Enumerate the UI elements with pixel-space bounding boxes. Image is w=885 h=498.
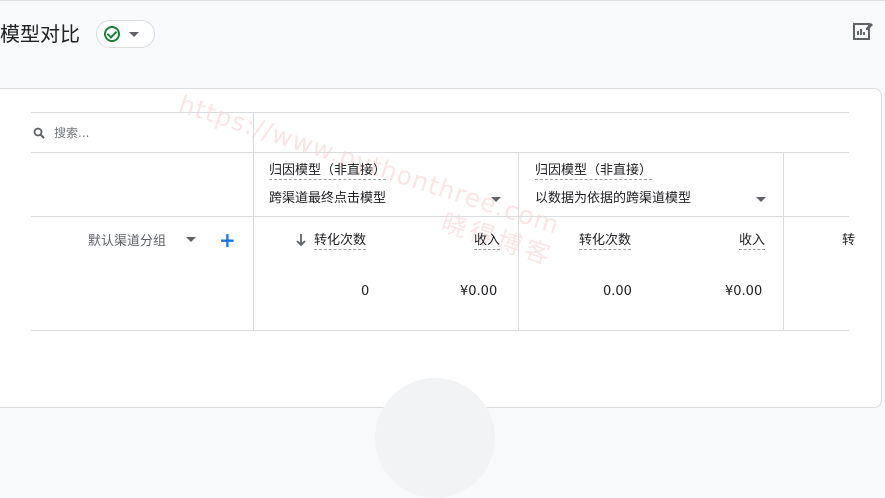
model-2-revenue-header[interactable]: 收入 xyxy=(739,232,766,250)
top-divider xyxy=(0,0,885,1)
model-1-header: 归因模型（非直接） xyxy=(269,163,387,180)
decorative-circle xyxy=(375,378,495,498)
dimension-selector[interactable]: 默认渠道分组 xyxy=(88,233,166,251)
column-divider-2 xyxy=(518,152,519,331)
search-icon xyxy=(33,127,45,139)
chevron-down-icon xyxy=(129,31,139,37)
dimension-chevron-icon[interactable] xyxy=(186,237,196,242)
model-2-chevron-icon[interactable] xyxy=(756,197,766,202)
model-1-conversions-value: 0 xyxy=(361,284,370,299)
model-2-header: 归因模型（非直接） xyxy=(535,163,653,180)
search-box[interactable]: 搜索... xyxy=(33,124,89,141)
model-1-revenue-value: ¥0.00 xyxy=(460,284,498,299)
sort-descending-icon[interactable] xyxy=(295,233,307,248)
header-bottom-divider xyxy=(31,216,849,217)
partial-metric-header: 转 xyxy=(842,233,856,248)
model-2-revenue-value: ¥0.00 xyxy=(725,284,763,299)
model-2-conversions-header[interactable]: 转化次数 xyxy=(579,232,632,250)
model-2-selector[interactable]: 以数据为依据的跨渠道模型 xyxy=(535,190,691,208)
status-dropdown-button[interactable] xyxy=(96,20,155,48)
column-divider-1 xyxy=(253,112,254,331)
header-top-divider xyxy=(31,112,849,113)
table-bottom-divider xyxy=(31,330,849,331)
model-1-conversions-header[interactable]: 转化次数 xyxy=(314,232,367,250)
column-divider-3 xyxy=(783,152,784,331)
edit-report-icon[interactable] xyxy=(852,20,874,42)
model-1-chevron-icon[interactable] xyxy=(491,197,501,202)
page-title: 模型对比 xyxy=(0,22,80,46)
model-1-revenue-header[interactable]: 收入 xyxy=(474,232,501,250)
search-input[interactable]: 搜索... xyxy=(54,124,89,141)
check-circle-icon xyxy=(104,26,120,42)
model-1-selector[interactable]: 跨渠道最终点击模型 xyxy=(269,190,386,208)
add-dimension-button[interactable]: + xyxy=(219,230,236,250)
model-2-conversions-value: 0.00 xyxy=(603,284,632,299)
header-search-divider xyxy=(31,152,849,153)
